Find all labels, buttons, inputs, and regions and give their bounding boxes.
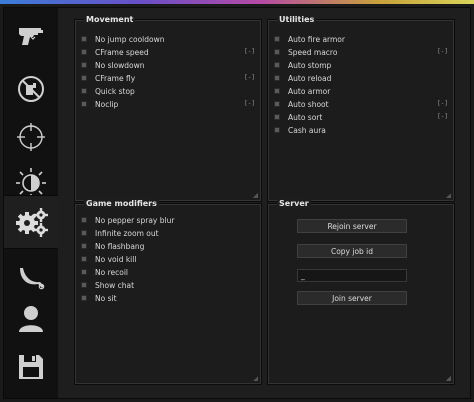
toggle-infinite-zoom-out[interactable]: Infinite zoom out xyxy=(81,227,255,239)
toggle-no-slowdown[interactable]: No slowdown xyxy=(81,59,255,71)
checkbox[interactable] xyxy=(81,295,87,301)
tab-misc[interactable] xyxy=(4,195,60,249)
tab-config[interactable] xyxy=(4,338,58,396)
toggle-no-sit[interactable]: No sit xyxy=(81,292,255,304)
checkbox[interactable] xyxy=(274,75,280,81)
toggle-quick-stop[interactable]: Quick stop xyxy=(81,85,255,97)
resize-grip[interactable] xyxy=(446,376,451,381)
utilities-title: Utilities xyxy=(277,15,317,25)
game-modifiers-title: Game modifiers xyxy=(84,199,159,209)
checkbox[interactable] xyxy=(81,256,87,262)
toggle-noclip[interactable]: Noclip [-] xyxy=(81,98,255,110)
checkbox[interactable] xyxy=(81,217,87,223)
content-area: Movement No jump cooldown CFrame speed [… xyxy=(58,8,470,398)
checkbox[interactable] xyxy=(81,49,87,55)
toggle-no-recoil[interactable]: No recoil xyxy=(81,266,255,278)
resize-grip[interactable] xyxy=(253,193,258,198)
toggle-speed-macro[interactable]: Speed macro [-] xyxy=(274,46,448,58)
game-modifiers-panel: Game modifiers No pepper spray blur Infi… xyxy=(74,199,262,385)
resize-grip[interactable] xyxy=(253,376,258,381)
tab-weapons[interactable] xyxy=(4,8,58,66)
checkbox[interactable] xyxy=(81,36,87,42)
keybind[interactable]: [-] xyxy=(244,100,255,107)
checkbox[interactable] xyxy=(81,230,87,236)
keybind[interactable]: [-] xyxy=(437,48,448,55)
toggle-cash-aura[interactable]: Cash aura xyxy=(274,124,448,136)
sidebar xyxy=(4,8,60,398)
join-server-button[interactable]: Join server xyxy=(297,291,407,305)
checkbox[interactable] xyxy=(274,114,280,120)
gears-icon xyxy=(16,208,48,237)
copy-job-id-button[interactable]: Copy job id xyxy=(297,244,407,258)
keybind[interactable]: [-] xyxy=(244,48,255,55)
toggle-auto-sort[interactable]: Auto sort [-] xyxy=(274,111,448,123)
toggle-no-pepper-spray-blur[interactable]: No pepper spray blur xyxy=(81,214,255,226)
toggle-auto-reload[interactable]: Auto reload xyxy=(274,72,448,84)
toggle-auto-shoot[interactable]: Auto shoot [-] xyxy=(274,98,448,110)
job-id-input[interactable]: _ xyxy=(297,269,407,282)
checkbox[interactable] xyxy=(274,101,280,107)
checkbox[interactable] xyxy=(81,243,87,249)
keybind[interactable]: [-] xyxy=(437,113,448,120)
checkbox[interactable] xyxy=(81,75,87,81)
checkbox[interactable] xyxy=(81,62,87,68)
accent-bar xyxy=(0,0,474,4)
no-spray-icon xyxy=(18,76,44,102)
server-title: Server xyxy=(277,199,311,209)
pistol-icon xyxy=(19,28,43,45)
checkbox[interactable] xyxy=(81,282,87,288)
toggle-cframe-fly[interactable]: CFrame fly [-] xyxy=(81,72,255,84)
movement-panel: Movement No jump cooldown CFrame speed [… xyxy=(74,15,262,202)
crosshair-icon xyxy=(17,123,45,151)
rejoin-server-button[interactable]: Rejoin server xyxy=(297,219,407,233)
utilities-panel: Utilities Auto fire armor Speed macro [-… xyxy=(267,15,455,202)
checkbox[interactable] xyxy=(274,62,280,68)
checkbox[interactable] xyxy=(81,269,87,275)
toggle-auto-armor[interactable]: Auto armor xyxy=(274,85,448,97)
toggle-cframe-speed[interactable]: CFrame speed [-] xyxy=(81,46,255,58)
toggle-auto-fire-armor[interactable]: Auto fire armor xyxy=(274,33,448,45)
checkbox[interactable] xyxy=(274,88,280,94)
checkbox[interactable] xyxy=(274,36,280,42)
movement-title: Movement xyxy=(84,15,136,25)
toggle-show-chat[interactable]: Show chat xyxy=(81,279,255,291)
toggle-no-flashbang[interactable]: No flashbang xyxy=(81,240,255,252)
keybind[interactable]: [-] xyxy=(437,100,448,107)
user-icon xyxy=(19,306,43,332)
keybind[interactable]: [-] xyxy=(244,74,255,81)
checkbox[interactable] xyxy=(81,88,87,94)
karambit-icon xyxy=(20,268,45,290)
checkbox[interactable] xyxy=(274,127,280,133)
toggle-auto-stomp[interactable]: Auto stomp xyxy=(274,59,448,71)
resize-grip[interactable] xyxy=(446,193,451,198)
checkbox[interactable] xyxy=(274,49,280,55)
toggle-no-void-kill[interactable]: No void kill xyxy=(81,253,255,265)
server-panel: Server Rejoin server Copy job id _ Join … xyxy=(267,199,455,385)
checkbox[interactable] xyxy=(81,101,87,107)
floppy-disk-icon xyxy=(19,355,43,379)
toggle-no-jump-cooldown[interactable]: No jump cooldown xyxy=(81,33,255,45)
